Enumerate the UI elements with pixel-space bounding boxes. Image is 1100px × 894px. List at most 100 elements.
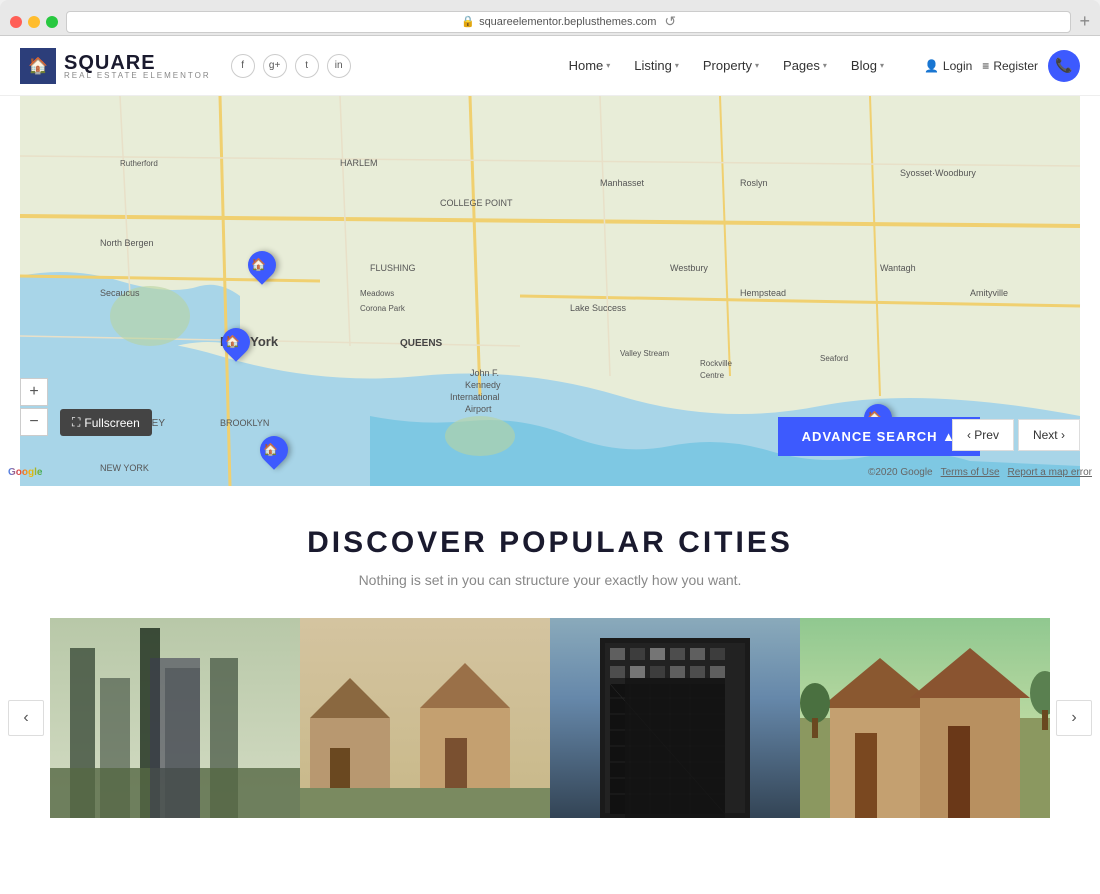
register-icon: ≡	[982, 59, 989, 73]
google-plus-icon[interactable]: g+	[263, 54, 287, 78]
nav-listing[interactable]: Listing ▾	[624, 52, 689, 79]
svg-text:Westbury: Westbury	[670, 263, 708, 273]
cities-carousel: ‹	[0, 618, 1100, 818]
svg-text:Airport: Airport	[465, 404, 492, 414]
map-zoom-controls: + −	[20, 378, 48, 436]
svg-text:Valley Stream: Valley Stream	[620, 349, 670, 358]
chevron-down-icon: ▾	[823, 61, 827, 70]
lock-icon: 🔒	[461, 15, 475, 28]
city-card-1[interactable]	[50, 618, 300, 818]
svg-text:BROOKLYN: BROOKLYN	[220, 418, 269, 428]
next-button[interactable]: Next ›	[1018, 419, 1080, 451]
svg-text:Centre: Centre	[700, 371, 725, 380]
prev-button[interactable]: ‹ Prev	[952, 419, 1014, 451]
discover-title: DISCOVER POPULAR CITIES	[20, 526, 1080, 560]
nav-property[interactable]: Property ▾	[693, 52, 769, 79]
address-bar[interactable]: 🔒 squareelementor.beplusthemes.com ↺	[66, 11, 1071, 33]
city-card-4[interactable]	[800, 618, 1050, 818]
prev-label: Prev	[974, 428, 999, 442]
svg-text:QUEENS: QUEENS	[400, 338, 443, 349]
svg-text:Syosset·Woodbury: Syosset·Woodbury	[900, 168, 976, 178]
zoom-in-button[interactable]: +	[20, 378, 48, 406]
chevron-down-icon: ▾	[606, 61, 610, 70]
cities-grid	[50, 618, 1050, 818]
nav-pages-label: Pages	[783, 58, 820, 73]
logo-subtitle: REAL ESTATE ELEMENTOR	[64, 71, 211, 80]
nav-home[interactable]: Home ▾	[559, 52, 621, 79]
svg-text:Rockville: Rockville	[700, 359, 733, 368]
minimize-button[interactable]	[28, 16, 40, 28]
close-button[interactable]	[10, 16, 22, 28]
register-button[interactable]: ≡ Register	[982, 59, 1038, 73]
phone-button[interactable]: 📞	[1048, 50, 1080, 82]
next-icon: ›	[1061, 428, 1065, 442]
logo-icon: 🏠	[20, 48, 56, 84]
svg-text:Wantagh: Wantagh	[880, 263, 916, 273]
nav-blog[interactable]: Blog ▾	[841, 52, 894, 79]
svg-text:Seaford: Seaford	[820, 354, 848, 363]
svg-text:International: International	[450, 392, 500, 402]
url-text: squareelementor.beplusthemes.com	[479, 16, 656, 28]
copyright-text: ©2020 Google	[868, 467, 933, 478]
prev-arrow-icon: ‹	[23, 709, 28, 727]
city-card-2[interactable]	[300, 618, 550, 818]
svg-text:Hempstead: Hempstead	[740, 288, 786, 298]
svg-text:Amityville: Amityville	[970, 288, 1008, 298]
nav-listing-label: Listing	[634, 58, 672, 73]
svg-text:NEW YORK: NEW YORK	[100, 463, 149, 473]
site-logo[interactable]: 🏠 SQUARE REAL ESTATE ELEMENTOR	[20, 48, 211, 84]
login-label: Login	[943, 59, 972, 73]
next-arrow-icon: ›	[1071, 709, 1076, 727]
social-icons: f g+ t in	[231, 54, 351, 78]
phone-icon: 📞	[1055, 57, 1072, 74]
login-button[interactable]: 👤 Login	[924, 59, 972, 73]
svg-text:John F.: John F.	[470, 368, 499, 378]
nav-pages[interactable]: Pages ▾	[773, 52, 837, 79]
browser-chrome: 🔒 squareelementor.beplusthemes.com ↺ +	[0, 0, 1100, 36]
zoom-out-button[interactable]: −	[20, 408, 48, 436]
main-nav: Home ▾ Listing ▾ Property ▾ Pages ▾ Blog…	[559, 52, 894, 79]
chevron-down-icon: ▾	[675, 61, 679, 70]
nav-property-label: Property	[703, 58, 752, 73]
svg-text:Secaucus: Secaucus	[100, 288, 140, 298]
svg-text:Corona Park: Corona Park	[360, 304, 406, 313]
map-legal: ©2020 Google Terms of Use Report a map e…	[868, 467, 1092, 478]
user-icon: 👤	[924, 59, 939, 73]
terms-link[interactable]: Terms of Use	[941, 467, 1000, 478]
nav-home-label: Home	[569, 58, 604, 73]
new-tab-button[interactable]: +	[1079, 11, 1090, 32]
svg-text:Kennedy: Kennedy	[465, 380, 501, 390]
report-link[interactable]: Report a map error	[1008, 467, 1092, 478]
fullscreen-label: Fullscreen	[84, 416, 139, 430]
map-footer: Google	[8, 467, 42, 478]
register-label: Register	[993, 59, 1038, 73]
facebook-icon[interactable]: f	[231, 54, 255, 78]
maximize-button[interactable]	[46, 16, 58, 28]
fullscreen-button[interactable]: ⛶ Fullscreen	[60, 409, 152, 436]
svg-text:Roslyn: Roslyn	[740, 178, 768, 188]
nav-blog-label: Blog	[851, 58, 877, 73]
linkedin-icon[interactable]: in	[327, 54, 351, 78]
svg-text:Rutherford: Rutherford	[120, 159, 158, 168]
site-header: 🏠 SQUARE REAL ESTATE ELEMENTOR f g+ t in…	[0, 36, 1100, 96]
svg-text:Meadows: Meadows	[360, 289, 394, 298]
refresh-icon[interactable]: ↺	[664, 13, 676, 30]
carousel-prev-button[interactable]: ‹	[8, 700, 44, 736]
svg-text:FLUSHING: FLUSHING	[370, 263, 416, 273]
google-logo: Google	[8, 467, 42, 478]
svg-text:Manhasset: Manhasset	[600, 178, 645, 188]
svg-text:HARLEM: HARLEM	[340, 158, 378, 168]
svg-text:North Bergen: North Bergen	[100, 238, 154, 248]
twitter-icon[interactable]: t	[295, 54, 319, 78]
city-card-3[interactable]	[550, 618, 800, 818]
svg-text:COLLEGE POINT: COLLEGE POINT	[440, 198, 513, 208]
discover-section: DISCOVER POPULAR CITIES Nothing is set i…	[0, 486, 1100, 618]
svg-text:Lake Success: Lake Success	[570, 303, 627, 313]
next-label: Next	[1033, 428, 1058, 442]
fullscreen-icon: ⛶	[72, 415, 80, 430]
carousel-next-button[interactable]: ›	[1056, 700, 1092, 736]
advance-search-button[interactable]: ADVANCE SEARCH ▲	[778, 417, 980, 456]
advance-search-label: ADVANCE SEARCH	[802, 429, 938, 444]
nav-actions: 👤 Login ≡ Register 📞	[924, 50, 1080, 82]
chevron-down-icon: ▾	[880, 61, 884, 70]
